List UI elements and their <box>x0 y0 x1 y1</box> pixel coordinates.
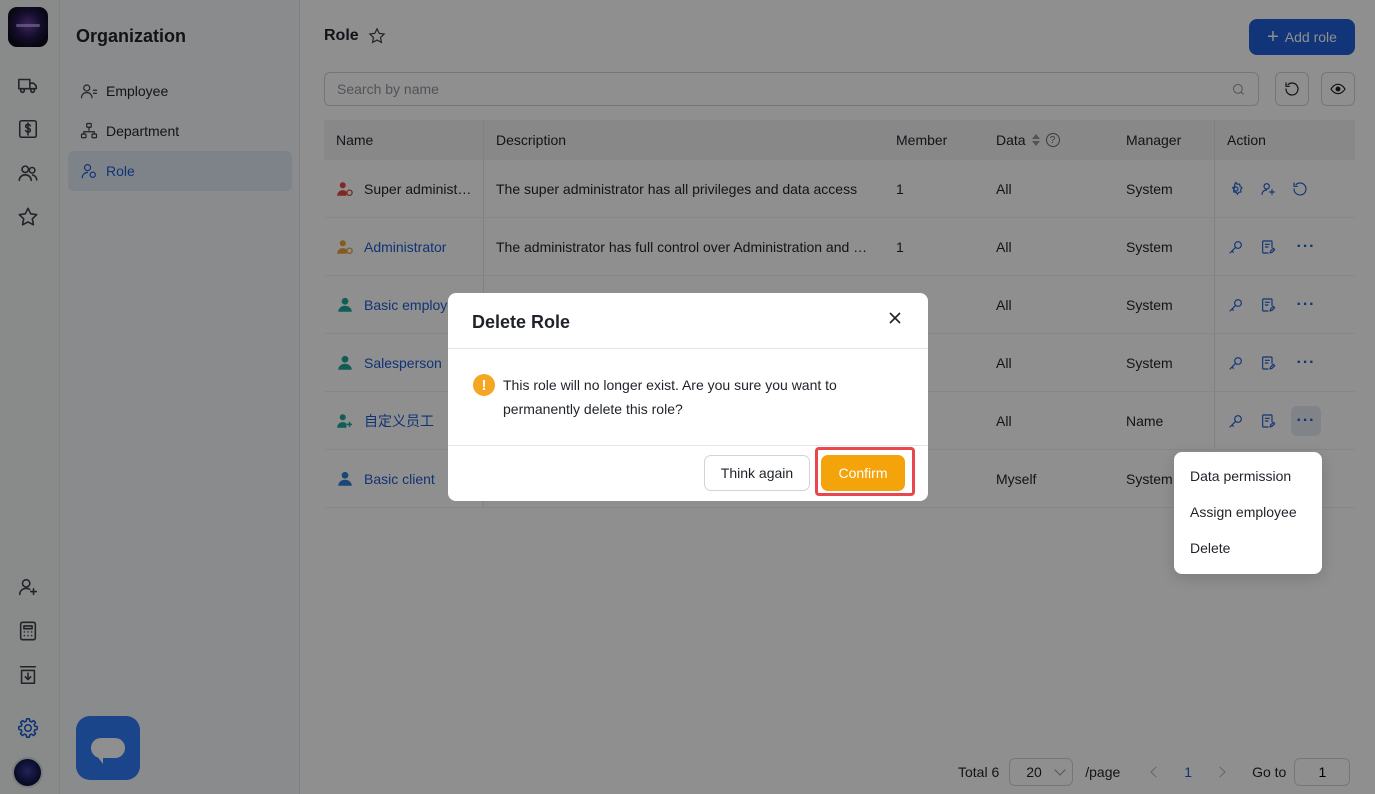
warning-icon: ! <box>473 374 495 396</box>
confirm-button[interactable]: Confirm <box>821 455 905 491</box>
close-icon[interactable] <box>888 311 904 327</box>
more-actions-menu: Data permission Assign employee Delete <box>1174 452 1322 574</box>
delete-role-dialog: Delete Role ! This role will no longer e… <box>448 293 928 501</box>
dialog-title: Delete Role <box>472 312 571 332</box>
think-again-button[interactable]: Think again <box>704 455 810 491</box>
menu-item-delete[interactable]: Delete <box>1174 536 1322 572</box>
menu-item-assign-employee[interactable]: Assign employee <box>1174 500 1322 536</box>
dialog-message: This role will no longer exist. Are you … <box>503 377 837 417</box>
menu-item-data-permission[interactable]: Data permission <box>1174 464 1322 500</box>
